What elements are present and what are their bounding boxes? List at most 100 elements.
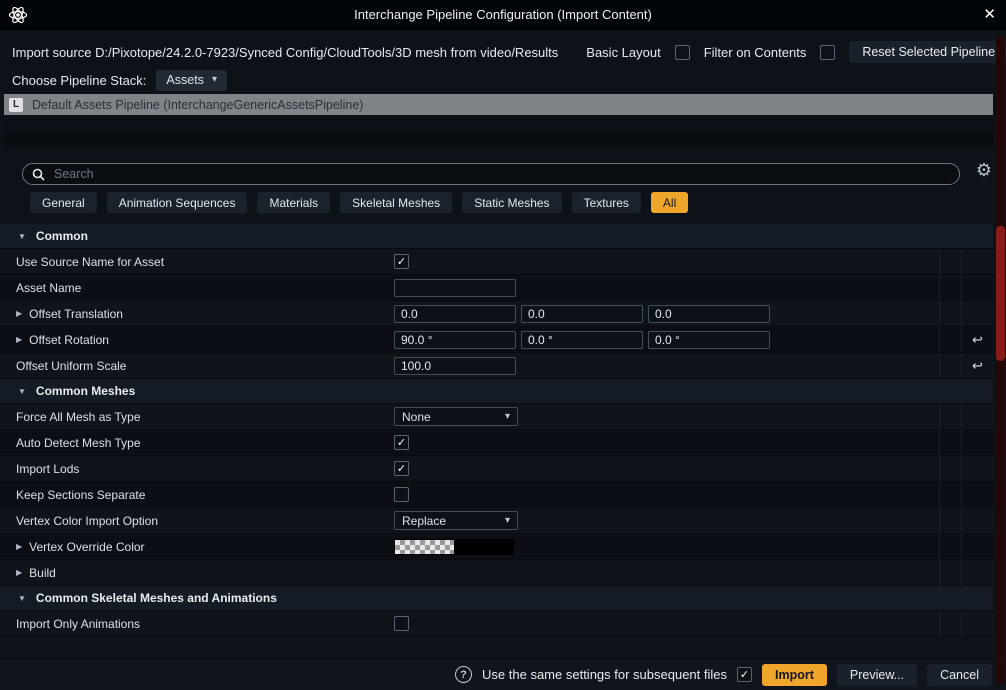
pipeline-stack-dropdown[interactable]: Assets ▾ <box>156 70 227 91</box>
offset-translation-z-input[interactable] <box>648 305 770 323</box>
use-source-name-checkbox[interactable]: ✓ <box>394 254 409 269</box>
reset-cell <box>961 508 993 533</box>
basic-layout-checkbox[interactable] <box>675 45 690 60</box>
vertex-color-import-option-dropdown[interactable]: Replace ▾ <box>394 511 518 530</box>
expander-icon[interactable]: ▶ <box>16 568 22 577</box>
pipeline-list-empty-row <box>4 131 993 147</box>
import-lods-checkbox[interactable]: ✓ <box>394 461 409 476</box>
grid-column <box>939 275 961 300</box>
property-label: Vertex Color Import Option <box>16 514 158 528</box>
toolbar-row-1: Import source D:/Pixotope/24.2.0-7923/Sy… <box>12 40 992 64</box>
close-icon[interactable]: ✕ <box>983 5 996 23</box>
auto-detect-mesh-type-checkbox[interactable]: ✓ <box>394 435 409 450</box>
cancel-button[interactable]: Cancel <box>927 664 992 686</box>
property-row: ▶ Vertex Override Color <box>0 534 993 560</box>
property-grid: ▼ Common Use Source Name for Asset ✓ Ass… <box>0 224 993 658</box>
property-row: Keep Sections Separate <box>0 482 993 508</box>
reset-to-default-icon[interactable]: ↩ <box>972 358 983 374</box>
grid-column <box>939 353 961 378</box>
section-header-common[interactable]: ▼ Common <box>0 224 993 249</box>
subsequent-files-checkbox[interactable]: ✓ <box>737 667 752 682</box>
property-row: Import Only Animations <box>0 611 993 637</box>
section-expanded-icon: ▼ <box>18 594 26 603</box>
search-icon <box>32 168 45 181</box>
section-header-common-skeletal[interactable]: ▼ Common Skeletal Meshes and Animations <box>0 586 993 611</box>
section-header-common-meshes[interactable]: ▼ Common Meshes <box>0 379 993 404</box>
vertex-override-color-swatch[interactable] <box>394 539 514 555</box>
tab-skeletal-meshes[interactable]: Skeletal Meshes <box>340 192 452 213</box>
property-row: Offset Uniform Scale ↩ <box>0 353 993 379</box>
dropdown-value: None <box>402 410 431 424</box>
section-title: Common <box>36 229 88 243</box>
reset-cell <box>961 456 993 481</box>
grid-column <box>939 508 961 533</box>
offset-translation-x-input[interactable] <box>394 305 516 323</box>
property-label: Vertex Override Color <box>29 540 144 554</box>
reset-cell <box>961 611 993 636</box>
chevron-down-icon: ▾ <box>505 412 510 422</box>
color-alpha-checker <box>395 540 454 554</box>
tab-materials[interactable]: Materials <box>257 192 330 213</box>
offset-uniform-scale-input[interactable] <box>394 357 516 375</box>
tab-animation-sequences[interactable]: Animation Sequences <box>107 192 248 213</box>
keep-sections-separate-checkbox[interactable] <box>394 487 409 502</box>
property-label: Keep Sections Separate <box>16 488 145 502</box>
import-only-animations-checkbox[interactable] <box>394 616 409 631</box>
property-label: Build <box>29 566 56 580</box>
check-icon: ✓ <box>397 255 406 268</box>
reset-cell: ↩ <box>961 353 993 378</box>
vertical-scrollbar[interactable] <box>996 36 1005 684</box>
pipeline-list-item-selected[interactable]: L Default Assets Pipeline (InterchangeGe… <box>4 94 993 115</box>
scrollbar-thumb[interactable] <box>996 226 1005 361</box>
force-all-mesh-as-type-dropdown[interactable]: None ▾ <box>394 407 518 426</box>
grid-column <box>939 560 961 585</box>
expander-icon[interactable]: ▶ <box>16 309 22 318</box>
gear-icon[interactable]: ⚙ <box>976 161 992 179</box>
expander-icon[interactable]: ▶ <box>16 542 22 551</box>
reset-cell <box>961 534 993 559</box>
offset-translation-y-input[interactable] <box>521 305 643 323</box>
chevron-down-icon: ▾ <box>212 75 217 85</box>
reset-to-default-icon[interactable]: ↩ <box>972 332 983 348</box>
offset-rotation-y-input[interactable] <box>521 331 643 349</box>
footer-bar: ? Use the same settings for subsequent f… <box>0 658 1006 690</box>
offset-rotation-z-input[interactable] <box>648 331 770 349</box>
pipeline-stack-value: Assets <box>166 73 204 87</box>
asset-name-input[interactable] <box>394 279 516 297</box>
preview-button[interactable]: Preview... <box>837 664 917 686</box>
tab-all[interactable]: All <box>651 192 688 213</box>
section-title: Common Skeletal Meshes and Animations <box>36 591 277 605</box>
property-label: Import Lods <box>16 462 79 476</box>
dropdown-value: Replace <box>402 514 446 528</box>
property-label: Auto Detect Mesh Type <box>16 436 141 450</box>
toolbar-row-2: Choose Pipeline Stack: Assets ▾ <box>12 68 227 92</box>
grid-column <box>939 404 961 429</box>
pipeline-icon: L <box>9 98 23 112</box>
offset-rotation-x-input[interactable] <box>394 331 516 349</box>
chevron-down-icon: ▾ <box>505 516 510 526</box>
pipeline-list-empty-row <box>4 115 993 131</box>
import-button[interactable]: Import <box>762 664 827 686</box>
property-label: Force All Mesh as Type <box>16 410 141 424</box>
grid-column <box>939 249 961 274</box>
property-row: Asset Name <box>0 275 993 301</box>
help-icon[interactable]: ? <box>455 666 472 683</box>
choose-pipeline-stack-label: Choose Pipeline Stack: <box>12 73 146 88</box>
tab-static-meshes[interactable]: Static Meshes <box>462 192 561 213</box>
filter-on-contents-label: Filter on Contents <box>704 45 807 60</box>
property-label: Offset Uniform Scale <box>16 359 126 373</box>
category-tabs: General Animation Sequences Materials Sk… <box>30 192 688 213</box>
property-row: Vertex Color Import Option Replace ▾ <box>0 508 993 534</box>
expander-icon[interactable]: ▶ <box>16 335 22 344</box>
search-input[interactable] <box>52 166 950 182</box>
search-bar[interactable] <box>22 163 960 185</box>
grid-column <box>939 327 961 352</box>
tab-textures[interactable]: Textures <box>572 192 641 213</box>
property-label: Use Source Name for Asset <box>16 255 164 269</box>
tab-general[interactable]: General <box>30 192 97 213</box>
filter-on-contents-checkbox[interactable] <box>820 45 835 60</box>
reset-selected-pipeline-button[interactable]: Reset Selected Pipeline <box>849 41 1006 63</box>
check-icon: ✓ <box>397 462 406 475</box>
color-value-black <box>454 540 513 554</box>
reset-cell <box>961 249 993 274</box>
